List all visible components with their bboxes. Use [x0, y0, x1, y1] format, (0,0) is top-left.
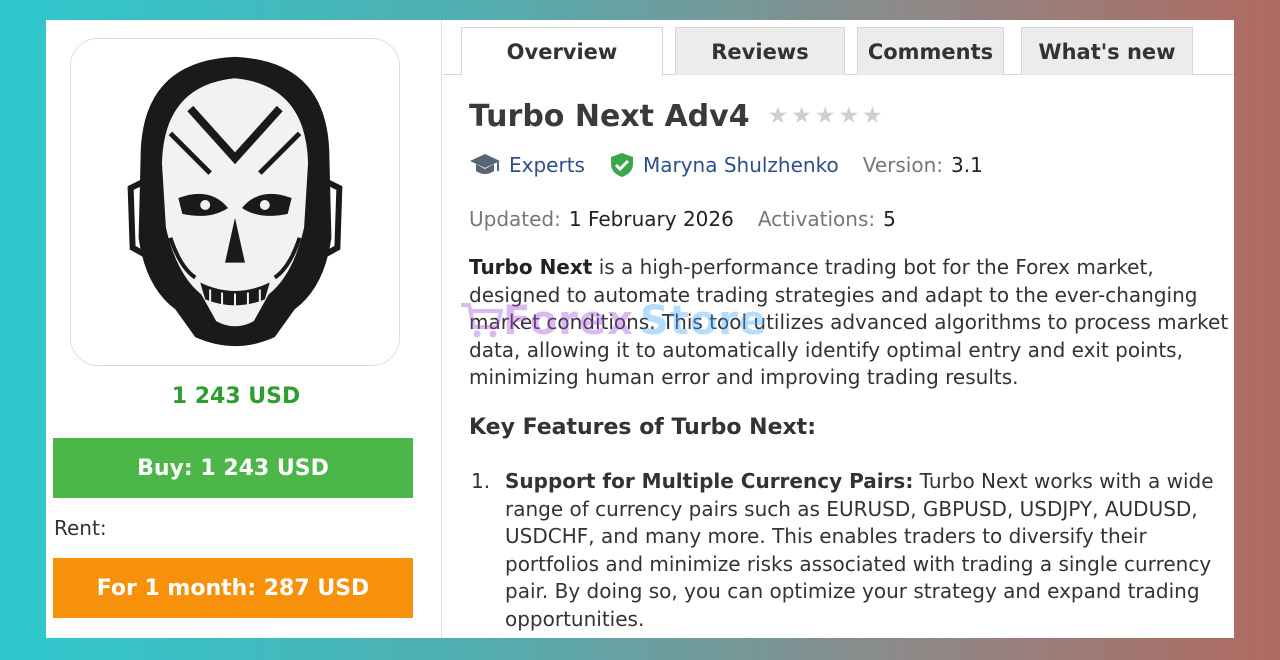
tab-reviews[interactable]: Reviews — [675, 27, 845, 75]
features-list: 1. Support for Multiple Currency Pairs: … — [471, 468, 1230, 634]
tab-comments[interactable]: Comments — [857, 27, 1004, 75]
tab-overview[interactable]: Overview — [461, 27, 663, 76]
rent-label: Rent: — [54, 516, 107, 540]
star-icon[interactable]: ★ — [838, 104, 859, 128]
description: Turbo Next is a high-performance trading… — [469, 254, 1229, 392]
robot-skull-image — [71, 39, 399, 365]
buy-button[interactable]: Buy: 1 243 USD — [53, 438, 413, 498]
version-value: 3.1 — [951, 153, 983, 177]
description-bold: Turbo Next — [469, 255, 593, 279]
meta-row-2: Updated: 1 February 2026 Activations: 5 — [469, 204, 896, 234]
product-details: Overview Reviews Comments What's new Tur… — [443, 20, 1234, 638]
list-item-number: 1. — [471, 469, 491, 493]
product-sidebar: 1 243 USD Buy: 1 243 USD Rent: For 1 mon… — [46, 20, 442, 638]
page-title: Turbo Next Adv4 — [469, 98, 750, 134]
star-icon[interactable]: ★ — [815, 104, 836, 128]
author-link[interactable]: Maryna Shulzhenko — [643, 153, 839, 177]
activations-value: 5 — [883, 207, 896, 231]
price-label: 1 243 USD — [171, 384, 301, 409]
tab-whats-new[interactable]: What's new — [1021, 27, 1193, 75]
list-item-text: Turbo Next works with a wide range of cu… — [505, 469, 1214, 631]
category-link[interactable]: Experts — [509, 153, 585, 177]
product-logo — [70, 38, 400, 366]
star-icon[interactable]: ★ — [791, 104, 812, 128]
list-item: 1. Support for Multiple Currency Pairs: … — [471, 468, 1230, 634]
star-icon[interactable]: ★ — [862, 104, 883, 128]
list-item-title: Support for Multiple Currency Pairs: — [505, 469, 914, 493]
tab-bar: Overview Reviews Comments What's new — [443, 20, 1234, 76]
graduation-cap-icon — [470, 154, 500, 174]
activations-label: Activations: — [757, 207, 876, 231]
rating-stars[interactable]: ★ ★ ★ ★ ★ — [768, 104, 883, 128]
meta-row: Experts Maryna Shulzhenko Version: 3.1 — [469, 150, 983, 180]
title-row: Turbo Next Adv4 ★ ★ ★ ★ ★ — [469, 96, 883, 136]
features-heading: Key Features of Turbo Next: — [469, 415, 816, 440]
updated-label: Updated: — [469, 207, 561, 231]
star-icon[interactable]: ★ — [768, 104, 789, 128]
product-card: 1 243 USD Buy: 1 243 USD Rent: For 1 mon… — [46, 20, 1234, 638]
rent-1-month-button[interactable]: For 1 month: 287 USD — [53, 558, 413, 618]
updated-value: 1 February 2026 — [568, 207, 734, 231]
verified-shield-icon — [610, 153, 633, 177]
version-label: Version: — [862, 153, 943, 177]
